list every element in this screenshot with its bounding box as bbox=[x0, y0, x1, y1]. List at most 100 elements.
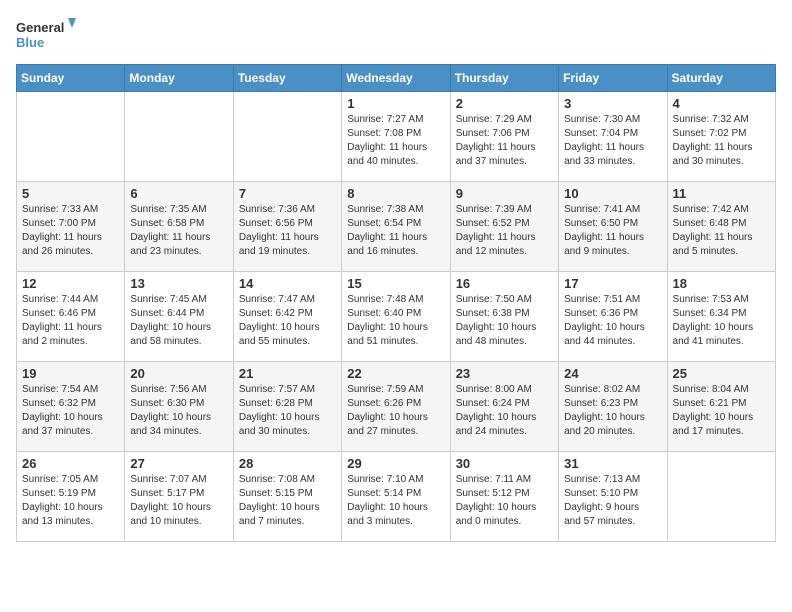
day-info: Sunrise: 7:08 AM Sunset: 5:15 PM Dayligh… bbox=[239, 473, 336, 529]
day-number: 9 bbox=[456, 186, 553, 201]
calendar-cell: 3Sunrise: 7:30 AM Sunset: 7:04 PM Daylig… bbox=[559, 92, 667, 182]
day-number: 16 bbox=[456, 276, 553, 291]
calendar-cell bbox=[233, 92, 341, 182]
calendar-cell: 20 Sunrise: 7:56 AM Sunset: 6:30 PM Dayli… bbox=[125, 362, 233, 452]
svg-text:General: General bbox=[16, 20, 64, 35]
calendar-cell: 5 Sunrise: 7:33 AM Sunset: 7:00 PM Daylig… bbox=[17, 182, 125, 272]
day-info: Sunrise: 7:42 AM Sunset: 6:48 PM Dayligh… bbox=[673, 203, 770, 259]
day-info: Sunrise: 8:04 AM Sunset: 6:21 PM Dayligh… bbox=[673, 383, 770, 439]
day-info: Sunrise: 7:57 AM Sunset: 6:28 PM Dayligh… bbox=[239, 383, 336, 439]
day-number: 6 bbox=[130, 186, 227, 201]
calendar-cell bbox=[125, 92, 233, 182]
day-info: Sunrise: 7:56 AM Sunset: 6:30 PM Dayligh… bbox=[130, 383, 227, 439]
logo-svg: General Blue bbox=[16, 16, 76, 52]
calendar-cell: 11 Sunrise: 7:42 AM Sunset: 6:48 PM Dayli… bbox=[667, 182, 775, 272]
day-number: 20 bbox=[130, 366, 227, 381]
day-number: 3 bbox=[564, 96, 661, 111]
calendar-cell bbox=[17, 92, 125, 182]
day-number: 5 bbox=[22, 186, 119, 201]
calendar-cell: 26 Sunrise: 7:05 AM Sunset: 5:19 PM Dayli… bbox=[17, 452, 125, 542]
day-info: Sunrise: 7:47 AM Sunset: 6:42 PM Dayligh… bbox=[239, 293, 336, 349]
calendar-cell: 13 Sunrise: 7:45 AM Sunset: 6:44 PM Dayli… bbox=[125, 272, 233, 362]
day-number: 24 bbox=[564, 366, 661, 381]
calendar-cell bbox=[667, 452, 775, 542]
day-info: Sunrise: 8:02 AM Sunset: 6:23 PM Dayligh… bbox=[564, 383, 661, 439]
weekday-header-wednesday: Wednesday bbox=[342, 65, 450, 92]
weekday-header-friday: Friday bbox=[559, 65, 667, 92]
day-number: 26 bbox=[22, 456, 119, 471]
day-info: Sunrise: 7:07 AM Sunset: 5:17 PM Dayligh… bbox=[130, 473, 227, 529]
calendar-cell: 7 Sunrise: 7:36 AM Sunset: 6:56 PM Daylig… bbox=[233, 182, 341, 272]
calendar-cell: 2 Sunrise: 7:29 AM Sunset: 7:06 PM Daylig… bbox=[450, 92, 558, 182]
day-number: 19 bbox=[22, 366, 119, 381]
day-info: Sunrise: 7:35 AM Sunset: 6:58 PM Dayligh… bbox=[130, 203, 227, 259]
day-number: 11 bbox=[673, 186, 770, 201]
day-info: Sunrise: 7:27 AM Sunset: 7:08 PM Dayligh… bbox=[347, 113, 444, 169]
day-number: 14 bbox=[239, 276, 336, 291]
weekday-header-tuesday: Tuesday bbox=[233, 65, 341, 92]
day-info: Sunrise: 7:38 AM Sunset: 6:54 PM Dayligh… bbox=[347, 203, 444, 259]
day-info: Sunrise: 7:59 AM Sunset: 6:26 PM Dayligh… bbox=[347, 383, 444, 439]
day-number: 27 bbox=[130, 456, 227, 471]
day-number: 7 bbox=[239, 186, 336, 201]
calendar-cell: 31Sunrise: 7:13 AM Sunset: 5:10 PM Dayli… bbox=[559, 452, 667, 542]
day-info: Sunrise: 7:10 AM Sunset: 5:14 PM Dayligh… bbox=[347, 473, 444, 529]
calendar-cell: 29 Sunrise: 7:10 AM Sunset: 5:14 PM Dayli… bbox=[342, 452, 450, 542]
calendar-cell: 19 Sunrise: 7:54 AM Sunset: 6:32 PM Dayli… bbox=[17, 362, 125, 452]
weekday-header-thursday: Thursday bbox=[450, 65, 558, 92]
day-info: Sunrise: 7:45 AM Sunset: 6:44 PM Dayligh… bbox=[130, 293, 227, 349]
day-number: 28 bbox=[239, 456, 336, 471]
calendar-cell: 17Sunrise: 7:51 AM Sunset: 6:36 PM Dayli… bbox=[559, 272, 667, 362]
day-info: Sunrise: 7:41 AM Sunset: 6:50 PM Dayligh… bbox=[564, 203, 661, 259]
day-number: 30 bbox=[456, 456, 553, 471]
day-number: 21 bbox=[239, 366, 336, 381]
day-info: Sunrise: 7:54 AM Sunset: 6:32 PM Dayligh… bbox=[22, 383, 119, 439]
day-info: Sunrise: 7:53 AM Sunset: 6:34 PM Dayligh… bbox=[673, 293, 770, 349]
logo: General Blue bbox=[16, 16, 76, 52]
day-info: Sunrise: 7:44 AM Sunset: 6:46 PM Dayligh… bbox=[22, 293, 119, 349]
calendar-table: SundayMondayTuesdayWednesdayThursdayFrid… bbox=[16, 64, 776, 542]
day-number: 4 bbox=[673, 96, 770, 111]
day-info: Sunrise: 7:29 AM Sunset: 7:06 PM Dayligh… bbox=[456, 113, 553, 169]
day-info: Sunrise: 8:00 AM Sunset: 6:24 PM Dayligh… bbox=[456, 383, 553, 439]
calendar-cell: 21 Sunrise: 7:57 AM Sunset: 6:28 PM Dayli… bbox=[233, 362, 341, 452]
weekday-header-monday: Monday bbox=[125, 65, 233, 92]
day-info: Sunrise: 7:05 AM Sunset: 5:19 PM Dayligh… bbox=[22, 473, 119, 529]
calendar-cell: 28 Sunrise: 7:08 AM Sunset: 5:15 PM Dayli… bbox=[233, 452, 341, 542]
day-number: 29 bbox=[347, 456, 444, 471]
calendar-cell: 6 Sunrise: 7:35 AM Sunset: 6:58 PM Daylig… bbox=[125, 182, 233, 272]
calendar-cell: 18 Sunrise: 7:53 AM Sunset: 6:34 PM Dayli… bbox=[667, 272, 775, 362]
day-number: 15 bbox=[347, 276, 444, 291]
calendar-cell: 14 Sunrise: 7:47 AM Sunset: 6:42 PM Dayli… bbox=[233, 272, 341, 362]
day-number: 25 bbox=[673, 366, 770, 381]
day-number: 8 bbox=[347, 186, 444, 201]
weekday-header-saturday: Saturday bbox=[667, 65, 775, 92]
day-number: 2 bbox=[456, 96, 553, 111]
calendar-cell: 1 Sunrise: 7:27 AM Sunset: 7:08 PM Daylig… bbox=[342, 92, 450, 182]
calendar-cell: 23 Sunrise: 8:00 AM Sunset: 6:24 PM Dayli… bbox=[450, 362, 558, 452]
calendar-cell: 8 Sunrise: 7:38 AM Sunset: 6:54 PM Daylig… bbox=[342, 182, 450, 272]
calendar-cell: 22 Sunrise: 7:59 AM Sunset: 6:26 PM Dayli… bbox=[342, 362, 450, 452]
day-info: Sunrise: 7:13 AM Sunset: 5:10 PM Dayligh… bbox=[564, 473, 661, 529]
day-info: Sunrise: 7:50 AM Sunset: 6:38 PM Dayligh… bbox=[456, 293, 553, 349]
day-info: Sunrise: 7:39 AM Sunset: 6:52 PM Dayligh… bbox=[456, 203, 553, 259]
day-number: 12 bbox=[22, 276, 119, 291]
calendar-cell: 27 Sunrise: 7:07 AM Sunset: 5:17 PM Dayli… bbox=[125, 452, 233, 542]
day-number: 22 bbox=[347, 366, 444, 381]
calendar-cell: 16 Sunrise: 7:50 AM Sunset: 6:38 PM Dayli… bbox=[450, 272, 558, 362]
day-info: Sunrise: 7:48 AM Sunset: 6:40 PM Dayligh… bbox=[347, 293, 444, 349]
day-number: 1 bbox=[347, 96, 444, 111]
day-number: 10 bbox=[564, 186, 661, 201]
calendar-cell: 9 Sunrise: 7:39 AM Sunset: 6:52 PM Daylig… bbox=[450, 182, 558, 272]
day-info: Sunrise: 7:32 AM Sunset: 7:02 PM Dayligh… bbox=[673, 113, 770, 169]
day-info: Sunrise: 7:51 AM Sunset: 6:36 PM Dayligh… bbox=[564, 293, 661, 349]
day-number: 23 bbox=[456, 366, 553, 381]
calendar-cell: 25 Sunrise: 8:04 AM Sunset: 6:21 PM Dayli… bbox=[667, 362, 775, 452]
calendar-cell: 15 Sunrise: 7:48 AM Sunset: 6:40 PM Dayli… bbox=[342, 272, 450, 362]
day-number: 18 bbox=[673, 276, 770, 291]
day-number: 13 bbox=[130, 276, 227, 291]
day-info: Sunrise: 7:11 AM Sunset: 5:12 PM Dayligh… bbox=[456, 473, 553, 529]
day-info: Sunrise: 7:36 AM Sunset: 6:56 PM Dayligh… bbox=[239, 203, 336, 259]
day-info: Sunrise: 7:33 AM Sunset: 7:00 PM Dayligh… bbox=[22, 203, 119, 259]
page-header: General Blue bbox=[16, 16, 776, 52]
